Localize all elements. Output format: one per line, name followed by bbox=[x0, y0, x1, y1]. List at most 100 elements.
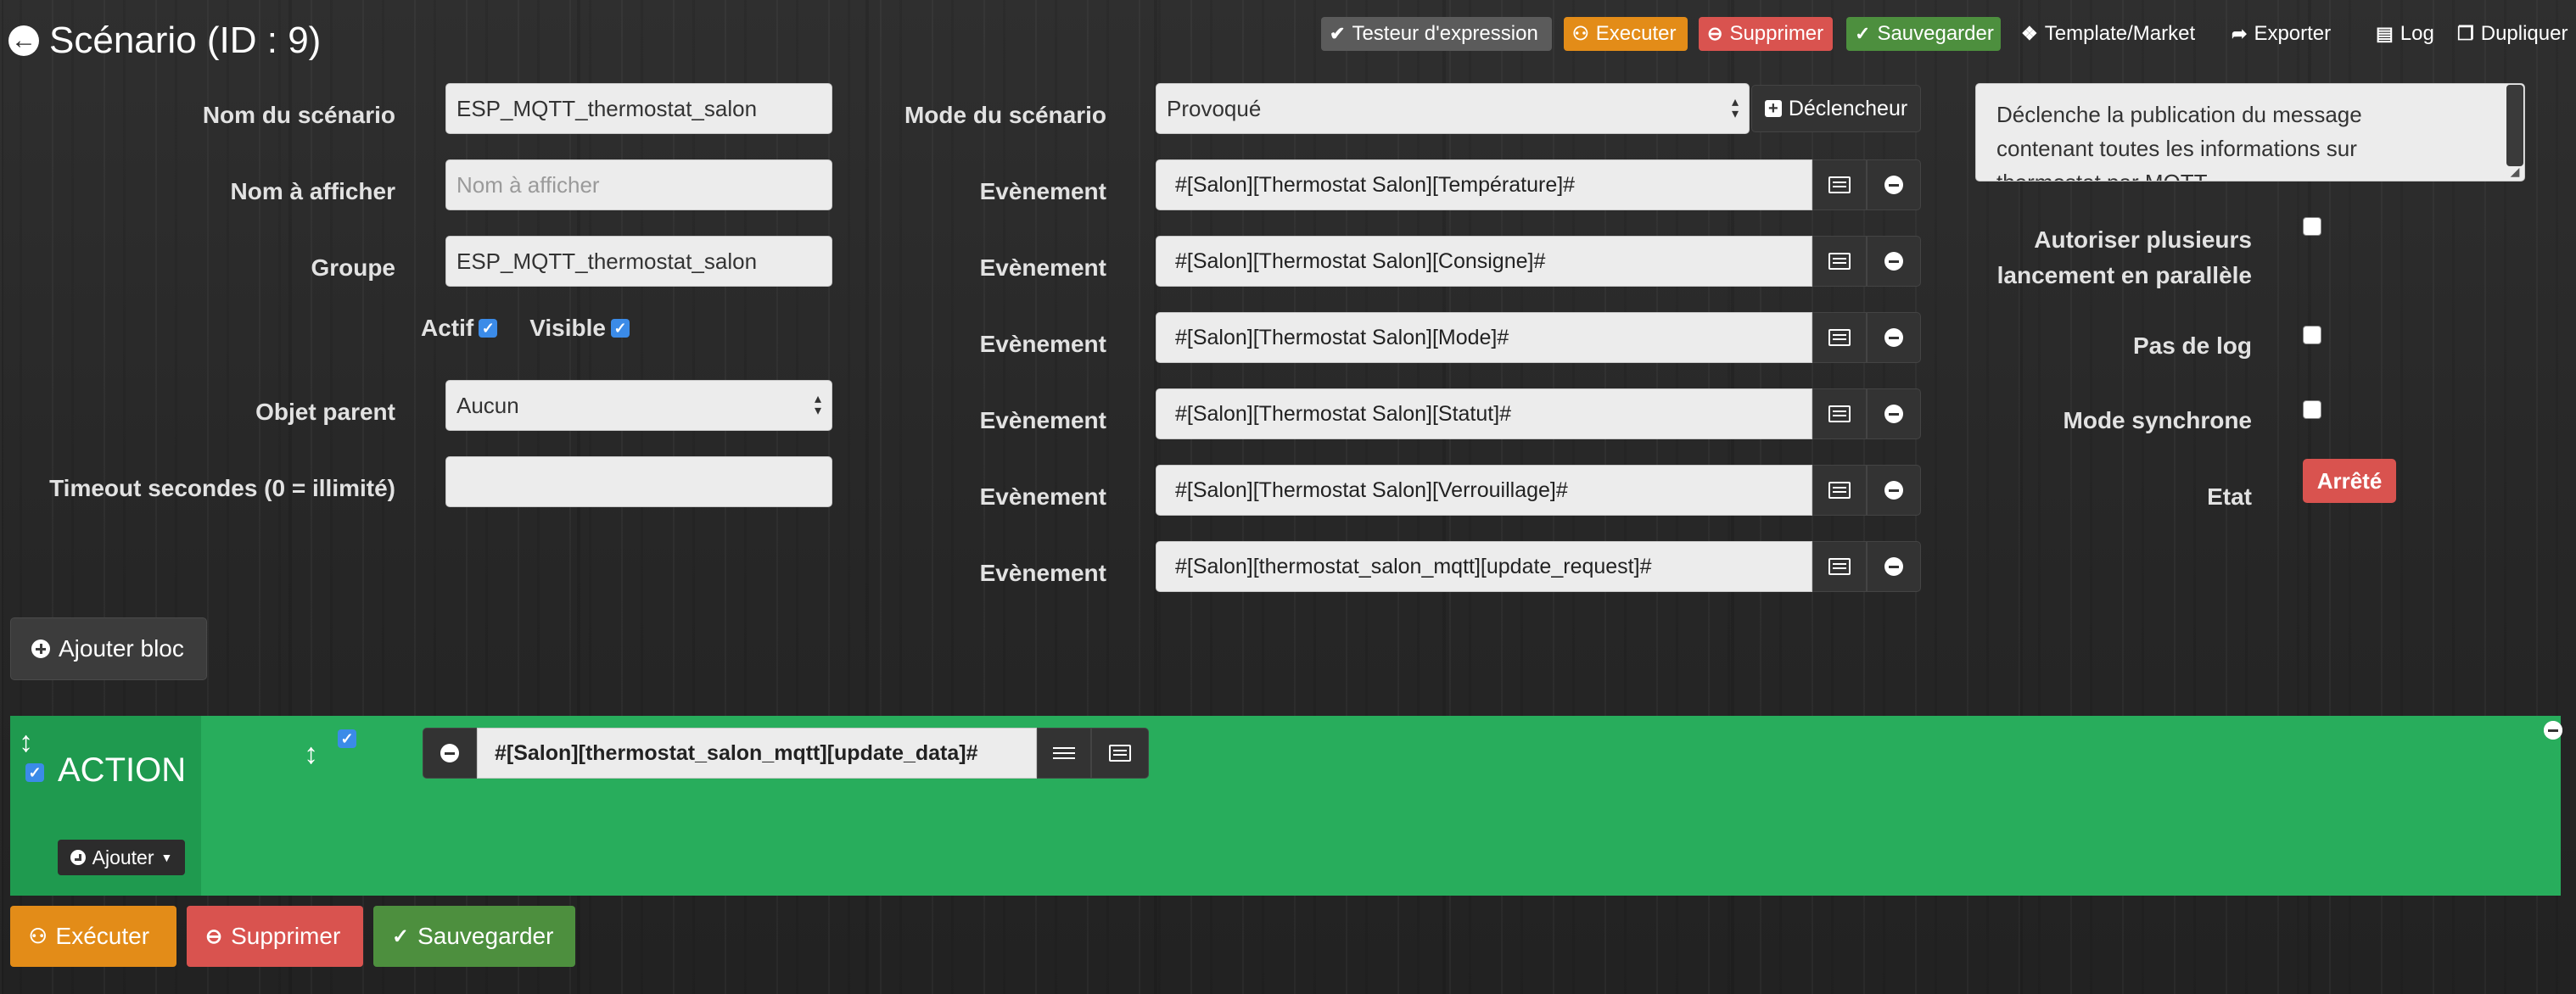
action-select-command-button[interactable] bbox=[1091, 728, 1149, 779]
event-remove-button[interactable] bbox=[1867, 159, 1921, 210]
event-row: Evènement #[Salon][Thermostat Salon][Sta… bbox=[848, 388, 1921, 439]
minus-circle-icon: ⊖ bbox=[1707, 23, 1723, 44]
action-drag-handle-icon[interactable]: ↕ bbox=[304, 738, 318, 771]
description-textarea[interactable]: Déclenche la publication du message cont… bbox=[1975, 83, 2525, 181]
no-log-checkbox[interactable] bbox=[2303, 326, 2321, 344]
sync-mode-checkbox[interactable] bbox=[2303, 400, 2321, 419]
description-scrollbar[interactable] bbox=[2506, 85, 2523, 166]
event-input[interactable]: #[Salon][Thermostat Salon][Statut]# bbox=[1156, 388, 1812, 439]
sync-mode-label: Mode synchrone bbox=[2063, 407, 2252, 433]
minus-circle-icon bbox=[440, 744, 459, 762]
delete-top-button[interactable]: ⊖ Supprimer bbox=[1699, 17, 1833, 51]
check-circle-icon: ✓ bbox=[392, 924, 410, 948]
action-block-enable-checkbox[interactable]: ✓ bbox=[25, 763, 44, 782]
event-select-button[interactable] bbox=[1812, 159, 1867, 210]
active-label: Actif bbox=[421, 315, 474, 341]
event-remove-button[interactable] bbox=[1867, 312, 1921, 363]
scenario-name-input[interactable]: ESP_MQTT_thermostat_salon bbox=[445, 83, 832, 134]
minus-circle-icon bbox=[1884, 328, 1903, 347]
expression-tester-button[interactable]: ✔ Testeur d'expression bbox=[1321, 17, 1552, 51]
cubes-icon: ❖ bbox=[2021, 23, 2038, 44]
gamepad-icon: ⚇ bbox=[29, 924, 48, 948]
action-options-button[interactable] bbox=[1037, 728, 1091, 779]
template-market-button[interactable]: ❖ Template/Market bbox=[2013, 17, 2208, 51]
action-remove-button[interactable] bbox=[423, 728, 477, 779]
action-block bbox=[10, 716, 2561, 896]
parent-object-select[interactable]: Aucun ▴ ▾ bbox=[445, 380, 832, 431]
action-command-input[interactable]: #[Salon][thermostat_salon_mqtt][update_d… bbox=[477, 728, 1037, 779]
export-button[interactable]: ➦ Exporter bbox=[2223, 17, 2366, 51]
event-row: Evènement #[Salon][Thermostat Salon][Tem… bbox=[848, 159, 1921, 210]
timeout-label: Timeout secondes (0 = illimité) bbox=[49, 475, 395, 501]
minus-circle-icon bbox=[1884, 252, 1903, 271]
resize-grip-icon[interactable]: ◢ bbox=[2507, 165, 2523, 178]
list-icon bbox=[1828, 253, 1851, 270]
event-select-button[interactable] bbox=[1812, 541, 1867, 592]
group-input[interactable]: ESP_MQTT_thermostat_salon bbox=[445, 236, 832, 287]
drag-handle-icon[interactable]: ↕ bbox=[19, 726, 33, 759]
event-select-button[interactable] bbox=[1812, 465, 1867, 516]
event-remove-button[interactable] bbox=[1867, 388, 1921, 439]
event-remove-button[interactable] bbox=[1867, 541, 1921, 592]
event-row: Evènement #[Salon][Thermostat Salon][Con… bbox=[848, 236, 1921, 287]
scenario-mode-select[interactable]: Provoqué ▴ ▾ bbox=[1156, 83, 1750, 134]
plus-circle-icon bbox=[70, 850, 86, 865]
add-trigger-button[interactable]: + Déclencheur bbox=[1751, 85, 1921, 132]
event-remove-button[interactable] bbox=[1867, 465, 1921, 516]
group-label: Groupe bbox=[311, 254, 395, 281]
select-arrows-icon: ▴ ▾ bbox=[814, 392, 821, 418]
check-icon: ✔ bbox=[1330, 23, 1346, 44]
action-enable-checkbox[interactable]: ✓ bbox=[338, 729, 356, 748]
visible-checkbox[interactable]: ✓ bbox=[611, 319, 630, 338]
event-label: Evènement bbox=[979, 560, 1106, 586]
timeout-input[interactable] bbox=[445, 456, 832, 507]
event-row: Evènement #[Salon][Thermostat Salon][Ver… bbox=[848, 465, 1921, 516]
page-title: ← Scénario (ID : 9) bbox=[8, 15, 321, 66]
state-label: Etat bbox=[2207, 483, 2252, 510]
event-label: Evènement bbox=[979, 254, 1106, 281]
scenario-name-label: Nom du scénario bbox=[202, 102, 395, 128]
parallel-launch-label: Autoriser plusieurs lancement en parallè… bbox=[1996, 226, 2252, 288]
gamepad-icon: ⚇ bbox=[1572, 23, 1589, 44]
minus-circle-icon: ⊖ bbox=[205, 924, 223, 948]
action-add-dropdown-button[interactable]: Ajouter ▼ bbox=[58, 840, 185, 875]
minus-circle-icon bbox=[1884, 405, 1903, 423]
select-arrows-icon: ▴ ▾ bbox=[1731, 95, 1739, 121]
check-circle-icon: ✓ bbox=[1855, 23, 1871, 44]
minus-circle-icon bbox=[1884, 481, 1903, 500]
event-remove-button[interactable] bbox=[1867, 236, 1921, 287]
event-select-button[interactable] bbox=[1812, 236, 1867, 287]
back-arrow-icon[interactable]: ← bbox=[8, 25, 39, 56]
event-input[interactable]: #[Salon][Thermostat Salon][Verrouillage]… bbox=[1156, 465, 1812, 516]
event-input[interactable]: #[Salon][Thermostat Salon][Mode]# bbox=[1156, 312, 1812, 363]
plus-square-icon: + bbox=[1764, 99, 1782, 118]
active-visible-row: Actif ✓ Visible ✓ bbox=[421, 307, 630, 349]
state-badge: Arrêté bbox=[2303, 459, 2396, 503]
visible-label: Visible bbox=[529, 315, 606, 341]
list-icon bbox=[1828, 329, 1851, 346]
event-label: Evènement bbox=[979, 178, 1106, 204]
list-icon bbox=[1109, 745, 1131, 762]
duplicate-button[interactable]: ❐ Dupliquer bbox=[2449, 17, 2576, 51]
event-select-button[interactable] bbox=[1812, 312, 1867, 363]
display-name-label: Nom à afficher bbox=[230, 178, 396, 204]
delete-button[interactable]: ⊖ Supprimer bbox=[187, 906, 363, 967]
event-input[interactable]: #[Salon][thermostat_salon_mqtt][update_r… bbox=[1156, 541, 1812, 592]
event-input[interactable]: #[Salon][Thermostat Salon][Consigne]# bbox=[1156, 236, 1812, 287]
save-top-button[interactable]: ✓ Sauvegarder bbox=[1846, 17, 2001, 51]
parallel-launch-checkbox[interactable] bbox=[2303, 217, 2321, 236]
add-block-button[interactable]: Ajouter bloc bbox=[10, 617, 207, 680]
display-name-input[interactable]: Nom à afficher bbox=[445, 159, 832, 210]
sliders-icon bbox=[1053, 745, 1075, 762]
event-label: Evènement bbox=[979, 407, 1106, 433]
save-button[interactable]: ✓ Sauvegarder bbox=[373, 906, 575, 967]
execute-top-button[interactable]: ⚇ Executer bbox=[1564, 17, 1688, 51]
log-button[interactable]: ▤ Log bbox=[2367, 17, 2449, 51]
action-block-title: ACTION bbox=[58, 751, 187, 789]
share-icon: ➦ bbox=[2232, 23, 2248, 44]
remove-block-button[interactable] bbox=[2544, 721, 2562, 740]
event-input[interactable]: #[Salon][Thermostat Salon][Température]# bbox=[1156, 159, 1812, 210]
event-select-button[interactable] bbox=[1812, 388, 1867, 439]
active-checkbox[interactable]: ✓ bbox=[479, 319, 498, 338]
execute-button[interactable]: ⚇ Exécuter bbox=[10, 906, 176, 967]
